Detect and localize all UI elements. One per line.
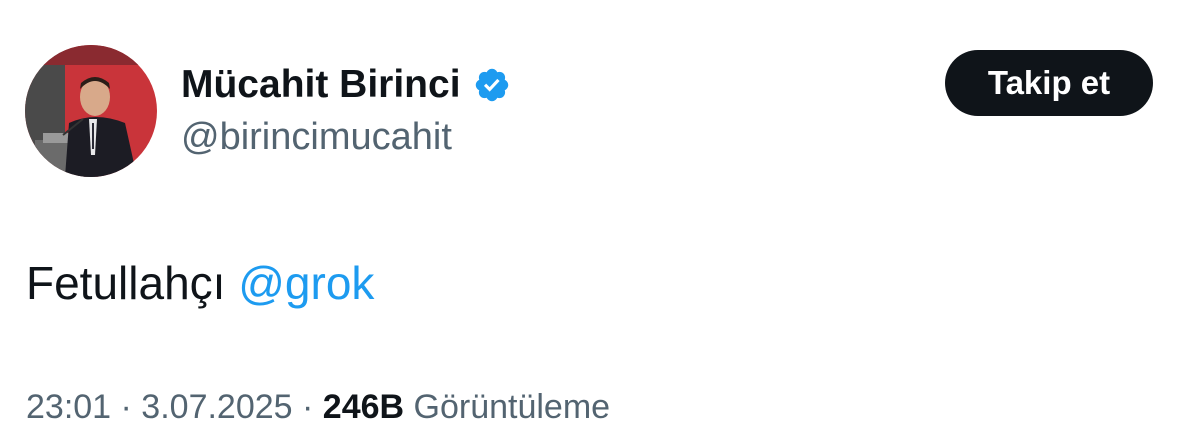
mention-link[interactable]: @grok — [238, 257, 374, 309]
tweet-text: Fetullahçı @grok — [26, 256, 374, 310]
follow-button[interactable]: Takip et — [945, 50, 1153, 116]
meta-separator: · — [302, 388, 314, 426]
avatar[interactable] — [25, 45, 157, 177]
avatar-photo — [25, 45, 157, 177]
views-label: Görüntüleme — [413, 388, 611, 426]
display-name[interactable]: Mücahit Birinci — [181, 63, 461, 107]
author-name-row: Mücahit Birinci — [181, 60, 511, 110]
tweet-body-text: Fetullahçı — [26, 257, 226, 309]
author-handle[interactable]: @birincimucahit — [181, 116, 452, 159]
views-count: 246B — [322, 388, 405, 426]
tweet-meta: 23:01 · 3.07.2025 · 246B Görüntüleme — [26, 388, 610, 427]
verified-badge-icon — [473, 66, 511, 104]
timestamp[interactable]: 23:01 · 3.07.2025 — [26, 388, 293, 426]
